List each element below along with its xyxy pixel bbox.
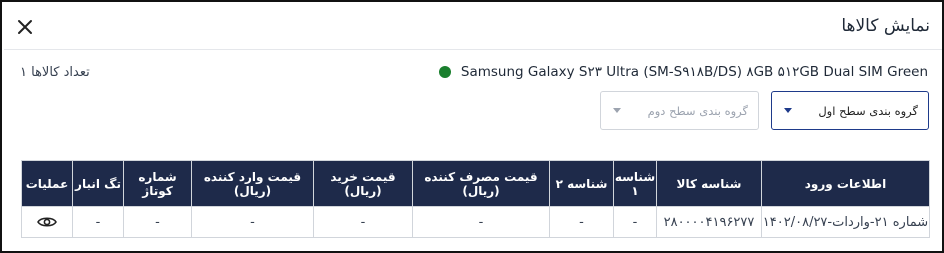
close-icon[interactable] xyxy=(16,18,34,36)
grouping-level2-select[interactable]: گروه بندی سطح دوم xyxy=(600,91,759,130)
grouping-level1-select[interactable]: گروه بندی سطح اول xyxy=(771,91,929,130)
col-header-consumer-price[interactable]: قیمت مصرف کننده (ریال) xyxy=(412,160,550,207)
cell-purchase-price: - xyxy=(313,206,413,238)
grouping-level2-placeholder: گروه بندی سطح دوم xyxy=(647,104,748,118)
cell-consumer-price: - xyxy=(412,206,550,238)
item-count: تعداد کالاها ۱ xyxy=(20,65,90,80)
col-header-cottage-no[interactable]: شماره کوتاژ xyxy=(123,160,192,207)
cell-entry-info: شماره ۲۱-واردات-۱۴۰۲/۰۸/۲۷ xyxy=(761,206,930,238)
col-header-product-id[interactable]: شناسه کالا xyxy=(656,160,762,207)
col-header-importer-price[interactable]: قیمت وارد کننده (ریال) xyxy=(191,160,314,207)
cell-warehouse-tag: - xyxy=(72,206,124,238)
cell-actions xyxy=(21,206,73,238)
dialog-header: نمایش کالاها xyxy=(4,4,942,50)
grouping-level1-label: گروه بندی سطح اول xyxy=(818,104,918,118)
eye-icon[interactable] xyxy=(37,215,57,229)
products-table: اطلاعات ورود شناسه کالا شناسه ۱ شناسه ۲ … xyxy=(21,160,930,238)
cell-importer-price: - xyxy=(191,206,314,238)
cell-product-id: ۲۸۰۰۰۰۴۱۹۶۲۷۷ xyxy=(656,206,762,238)
table-row: شماره ۲۱-واردات-۱۴۰۲/۰۸/۲۷ ۲۸۰۰۰۰۴۱۹۶۲۷۷… xyxy=(21,206,930,238)
dialog-window: نمایش کالاها Samsung Galaxy S۲۳ Ultra (S… xyxy=(0,0,944,253)
status-dot-icon xyxy=(438,66,451,78)
col-header-actions: عملیات xyxy=(21,160,73,207)
chevron-down-icon xyxy=(784,108,792,113)
col-header-warehouse-tag[interactable]: تگ انبار xyxy=(72,160,124,207)
col-header-id1[interactable]: شناسه ۱ xyxy=(613,160,657,207)
cell-cottage-no: - xyxy=(123,206,192,238)
cell-id2: - xyxy=(549,206,614,238)
product-name: Samsung Galaxy S۲۳ Ultra (SM-S۹۱۸B/DS) ۸… xyxy=(460,64,928,80)
dialog-title: نمایش کالاها xyxy=(841,16,930,36)
col-header-entry-info[interactable]: اطلاعات ورود xyxy=(761,160,930,207)
col-header-purchase-price[interactable]: قیمت خرید (ریال) xyxy=(313,160,413,207)
table-header-row: اطلاعات ورود شناسه کالا شناسه ۱ شناسه ۲ … xyxy=(21,160,930,207)
col-header-id2[interactable]: شناسه ۲ xyxy=(549,160,614,207)
product-info: Samsung Galaxy S۲۳ Ultra (SM-S۹۱۸B/DS) ۸… xyxy=(438,64,928,80)
cell-id1: - xyxy=(613,206,657,238)
chevron-down-icon xyxy=(613,108,621,113)
